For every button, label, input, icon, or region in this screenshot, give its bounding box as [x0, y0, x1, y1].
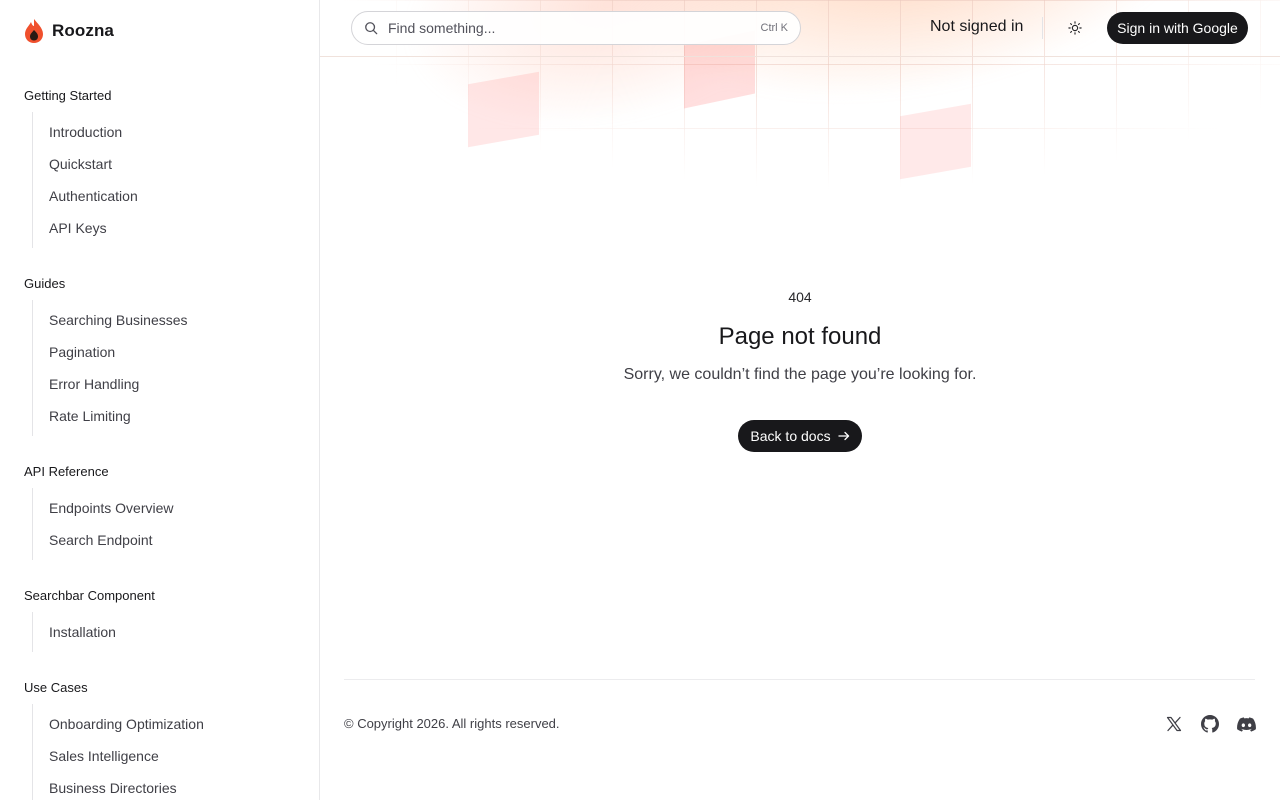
error-message: Sorry, we couldn’t find the page you’re …	[623, 366, 977, 383]
nav-section-title: API Reference	[24, 464, 109, 479]
search-input[interactable]	[388, 20, 761, 36]
auth-status-text: Not signed in	[930, 18, 1024, 35]
sidebar-item-sales-intelligence[interactable]: Sales Intelligence	[33, 740, 319, 772]
nav-section: API Reference Endpoints Overview Search …	[0, 456, 319, 560]
error-code: 404	[788, 289, 812, 305]
arrow-right-icon	[837, 431, 849, 441]
sidebar-nav: Getting Started Introduction Quickstart …	[0, 80, 319, 800]
background-tile	[900, 103, 971, 180]
search-box[interactable]: Ctrl K	[351, 11, 801, 45]
nav-section: Guides Searching Businesses Pagination E…	[0, 268, 319, 436]
sidebar: Roozna Getting Started Introduction Quic…	[0, 0, 320, 800]
x-link[interactable]	[1164, 714, 1184, 734]
sidebar-item-pagination[interactable]: Pagination	[33, 336, 319, 368]
sidebar-item-api-keys[interactable]: API Keys	[33, 212, 319, 244]
x-icon	[1166, 716, 1182, 732]
nav-list: Endpoints Overview Search Endpoint	[32, 488, 319, 560]
sidebar-item-search-endpoint[interactable]: Search Endpoint	[33, 524, 319, 556]
copyright-text: © Copyright 2026. All rights reserved.	[344, 716, 560, 731]
sidebar-item-authentication[interactable]: Authentication	[33, 180, 319, 212]
nav-section-title: Searchbar Component	[24, 588, 155, 603]
nav-list: Introduction Quickstart Authentication A…	[32, 112, 319, 248]
sidebar-item-installation[interactable]: Installation	[33, 616, 319, 648]
sidebar-item-business-directories[interactable]: Business Directories	[33, 772, 319, 800]
github-link[interactable]	[1200, 714, 1220, 734]
top-bar: Ctrl K Not signed in Sign in with Google	[320, 0, 1280, 57]
background-tile	[468, 71, 539, 148]
page-title: Page not found	[718, 323, 882, 350]
discord-icon	[1236, 716, 1256, 732]
github-icon	[1201, 715, 1219, 733]
flame-logo-icon	[25, 19, 43, 43]
nav-section: Getting Started Introduction Quickstart …	[0, 80, 319, 248]
nav-list: Searching Businesses Pagination Error Ha…	[32, 300, 319, 436]
sign-in-google-button[interactable]: Sign in with Google	[1107, 12, 1248, 44]
nav-section-title: Getting Started	[24, 88, 112, 103]
discord-link[interactable]	[1236, 714, 1256, 734]
back-to-docs-button[interactable]: Back to docs	[738, 420, 862, 452]
search-shortcut-hint: Ctrl K	[760, 22, 789, 34]
sidebar-item-searching-businesses[interactable]: Searching Businesses	[33, 304, 319, 336]
nav-list: Onboarding Optimization Sales Intelligen…	[32, 704, 319, 800]
nav-section-title: Use Cases	[24, 680, 88, 695]
not-found-panel: 404 Page not found Sorry, we couldn’t fi…	[320, 288, 1280, 452]
brand-logo-link[interactable]: Roozna	[24, 17, 114, 45]
header-divider	[1042, 17, 1043, 39]
nav-section: Searchbar Component Installation	[0, 580, 319, 652]
nav-list: Installation	[32, 612, 319, 652]
main-content: Ctrl K Not signed in Sign in with Google…	[320, 0, 1280, 800]
sidebar-item-onboarding-optimization[interactable]: Onboarding Optimization	[33, 708, 319, 740]
search-icon	[365, 22, 378, 35]
sidebar-item-endpoints-overview[interactable]: Endpoints Overview	[33, 492, 319, 524]
back-to-docs-label: Back to docs	[750, 428, 831, 444]
sidebar-item-quickstart[interactable]: Quickstart	[33, 148, 319, 180]
sidebar-item-rate-limiting[interactable]: Rate Limiting	[33, 400, 319, 432]
brand-name: Roozna	[52, 21, 114, 40]
nav-section-title: Guides	[24, 276, 66, 291]
sun-icon	[1068, 21, 1082, 35]
nav-section: Use Cases Onboarding Optimization Sales …	[0, 672, 319, 800]
sidebar-item-error-handling[interactable]: Error Handling	[33, 368, 319, 400]
theme-toggle-button[interactable]	[1065, 18, 1085, 38]
footer-divider	[344, 679, 1255, 680]
sidebar-item-introduction[interactable]: Introduction	[33, 116, 319, 148]
